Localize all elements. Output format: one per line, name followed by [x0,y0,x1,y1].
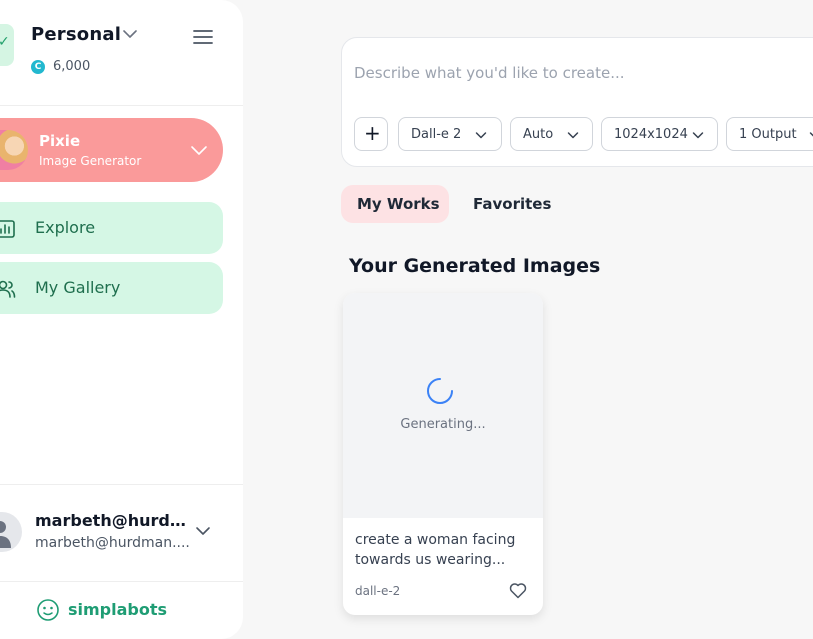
bot-name: Pixie [39,132,81,150]
sidebar-item-label: Explore [35,218,96,237]
quality-select[interactable]: Auto [510,117,593,151]
heart-icon[interactable] [509,582,527,599]
plus-icon: + [364,121,381,145]
chevron-down-icon [692,132,704,139]
tab-favorites[interactable]: Favorites [457,185,557,223]
bot-selector-pixie[interactable]: Pixie Image Generator [0,118,223,182]
hamburger-menu-icon[interactable] [193,28,213,46]
robot-face-icon [37,599,59,621]
user-avatar-icon [0,512,22,552]
credit-coin-icon: C [31,60,45,74]
sidebar-item-explore[interactable]: Explore [0,202,223,254]
credit-balance: 6,000 [53,59,91,74]
tab-label: Favorites [473,195,552,213]
chevron-down-icon[interactable] [195,523,211,539]
bot-avatar [0,130,28,170]
generated-image-card[interactable]: Generating... create a woman facing towa… [343,293,543,615]
sidebar: ✓ Personal C 6,000 Pixie Image Generator… [0,0,243,639]
prompt-panel: + Dall-e 2 Auto 1024x1024 1 Output [341,37,813,167]
user-account[interactable]: marbeth@hurdm... marbeth@hurdman.... [0,484,243,582]
model-select[interactable]: Dall-e 2 [398,117,502,151]
chevron-down-icon [475,132,487,139]
workspace-header: ✓ Personal C 6,000 [0,0,243,106]
quality-select-value: Auto [523,127,554,142]
generation-status: Generating... [400,417,486,432]
workspace-badge-icon: ✓ [0,24,14,66]
sidebar-item-my-gallery[interactable]: My Gallery [0,262,223,314]
bot-subtitle: Image Generator [39,154,142,168]
outputs-select-value: 1 Output [739,127,797,142]
loading-spinner-icon [427,378,453,404]
bar-chart-icon [0,220,15,238]
chevron-down-icon [809,132,813,137]
model-select-value: Dall-e 2 [411,127,462,142]
user-email: marbeth@hurdman.... [35,535,190,551]
prompt-input[interactable] [354,60,813,86]
tab-my-works[interactable]: My Works [341,185,449,223]
size-select[interactable]: 1024x1024 [601,117,718,151]
workspace-name[interactable]: Personal [31,24,121,45]
add-attachment-button[interactable]: + [354,117,388,151]
tab-label: My Works [357,195,440,213]
outputs-select[interactable]: 1 Output [726,117,813,151]
chevron-down-icon[interactable] [190,142,208,158]
sidebar-item-label: My Gallery [35,278,121,297]
users-icon [0,280,16,298]
user-name: marbeth@hurdm... [35,511,195,530]
brand-name: simplabots [68,600,168,619]
section-title: Your Generated Images [349,255,601,277]
workspace-chevron-down-icon[interactable] [122,26,138,42]
image-model-label: dall-e-2 [355,584,401,598]
image-placeholder: Generating... [343,293,543,518]
chevron-down-icon [567,132,579,139]
size-select-value: 1024x1024 [614,127,688,142]
image-prompt-text: create a woman facing towards us wearing… [355,532,516,568]
